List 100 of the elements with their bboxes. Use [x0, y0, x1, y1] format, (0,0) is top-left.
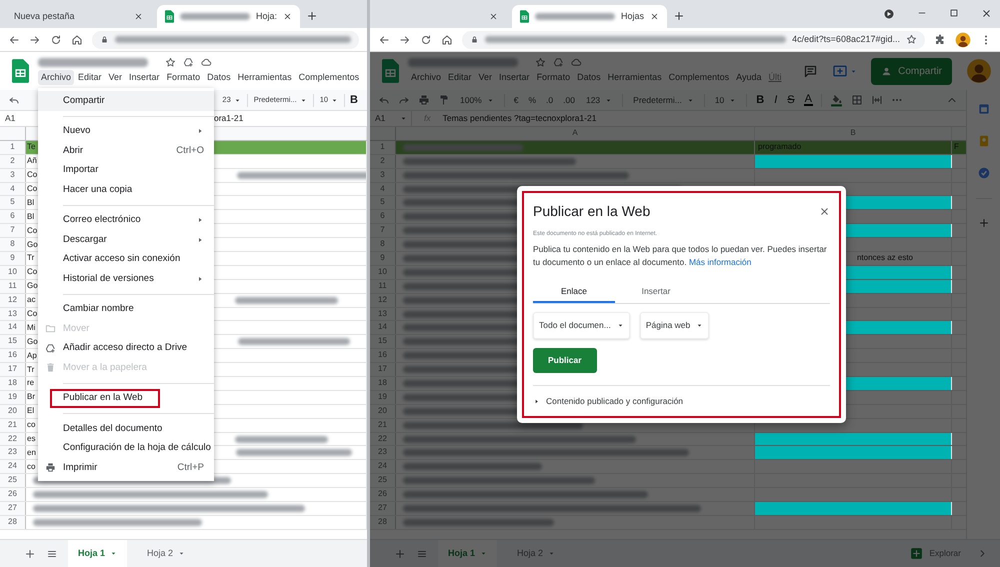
home-icon[interactable] [441, 34, 453, 46]
star-icon[interactable] [165, 57, 176, 68]
row-number: 28 [0, 516, 26, 529]
sheets-logo[interactable] [12, 59, 29, 83]
menu-item[interactable]: Detalles del documento [38, 419, 214, 438]
media-icon[interactable] [883, 8, 895, 20]
select-dropdown[interactable]: Todo el documen... [533, 312, 630, 339]
avatar-icon[interactable] [955, 32, 971, 48]
row-number: 16 [0, 349, 26, 362]
lock-icon [100, 35, 109, 44]
menu-item[interactable]: Imprimir Ctrl+P [38, 458, 214, 478]
caret-icon [178, 550, 186, 557]
menu-item[interactable]: Complementos [296, 70, 362, 85]
reload-icon[interactable] [50, 34, 62, 46]
menu-item[interactable]: Ver [106, 70, 126, 85]
add-icon[interactable] [978, 217, 990, 229]
menu-item[interactable]: Abrir Ctrl+O [38, 141, 214, 160]
forward-icon[interactable] [29, 34, 41, 46]
row-number: 21 [0, 418, 26, 432]
forward-icon[interactable] [399, 34, 411, 46]
drive-shortcut-icon[interactable] [553, 57, 564, 68]
name-box[interactable]: A1 [5, 112, 16, 125]
cell-text: Mi [27, 322, 36, 334]
fill-color-icon[interactable] [830, 94, 843, 106]
cell-text: Bl [27, 210, 34, 223]
print-icon[interactable] [418, 94, 430, 106]
menu-item[interactable]: Compartir [38, 91, 214, 110]
menu-item[interactable]: Descargar [38, 230, 214, 250]
cell-text: Go [27, 336, 38, 348]
reload-icon[interactable] [420, 34, 432, 46]
sheet-tab[interactable]: Hoja 2 [137, 540, 196, 567]
bold-button[interactable]: B [349, 92, 359, 108]
menu-item[interactable]: Editar [75, 70, 105, 85]
cell-text: Tr [27, 252, 34, 264]
menu-item[interactable]: Archivo [38, 70, 74, 85]
browser-tab[interactable]: Nueva pestaña [6, 5, 151, 28]
menu-item[interactable]: Activar acceso sin conexión [38, 250, 214, 269]
add-sheet-icon[interactable] [24, 548, 36, 560]
close-icon[interactable] [981, 8, 992, 19]
borders-icon[interactable] [850, 94, 863, 106]
cell-text: ac [27, 294, 36, 306]
menu-item[interactable]: Añadir acceso directo a Drive [38, 338, 214, 358]
menu-item[interactable]: Cambiar nombre [38, 300, 214, 319]
tab[interactable]: Insertar [615, 280, 697, 304]
extensions-icon[interactable] [934, 34, 946, 46]
menu-item[interactable]: Hacer una copia [38, 180, 214, 200]
paint-format-icon[interactable] [438, 94, 450, 106]
bookmark-star-icon[interactable] [906, 34, 917, 45]
tab[interactable]: Enlace [533, 280, 615, 304]
cloud-status-icon[interactable] [571, 57, 582, 68]
explore-icon [910, 547, 924, 560]
menu-item[interactable]: Datos [204, 70, 234, 85]
print-icon [45, 462, 56, 474]
more-info-link[interactable]: Más información [688, 256, 752, 267]
back-icon[interactable] [378, 34, 390, 46]
menu-item[interactable]: Correo electrónico [38, 210, 214, 230]
caret-icon [850, 68, 858, 74]
home-icon[interactable] [71, 34, 83, 46]
submenu-arrow-icon [196, 236, 204, 244]
sheet-tab[interactable]: Hoja 1 [68, 540, 128, 567]
comments-icon[interactable] [803, 64, 818, 78]
present-icon [832, 63, 848, 79]
back-icon[interactable] [8, 34, 20, 46]
cloud-status-icon[interactable] [201, 57, 212, 68]
row-number: 12 [0, 294, 26, 307]
close-icon[interactable] [650, 12, 660, 21]
cell-text: Añ [27, 155, 37, 168]
browser-tab[interactable]: Hoja: [157, 5, 300, 28]
add-sheet-icon[interactable] [394, 548, 406, 560]
close-icon[interactable] [283, 12, 292, 21]
select-dropdown[interactable]: Página web [640, 312, 710, 339]
maximize-icon[interactable] [949, 8, 959, 18]
row-number: 24 [0, 460, 26, 474]
menu-item[interactable]: Insertar [126, 70, 163, 85]
row-number: 20 [0, 404, 26, 418]
expander-toggle[interactable]: Contenido publicado y configuración [533, 394, 684, 408]
menu-item[interactable]: Importar [38, 160, 214, 180]
caret-icon [110, 550, 118, 557]
menu-item[interactable]: Herramientas [234, 70, 295, 85]
row-number: 23 [0, 446, 26, 460]
drive-shortcut-icon[interactable] [183, 57, 194, 68]
merge-cells-icon[interactable] [870, 94, 883, 106]
row-number: 15 [0, 335, 26, 348]
menu-item[interactable]: Publicar en la Web [50, 388, 160, 408]
menu-item[interactable]: Configuración de la hoja de cálculo [38, 438, 214, 458]
close-icon[interactable] [489, 12, 498, 21]
caret-icon[interactable] [400, 115, 407, 122]
row-number: 13 [0, 308, 26, 320]
menu-item[interactable]: Formato [164, 70, 204, 85]
new-tab-icon[interactable] [306, 10, 318, 22]
publish-button[interactable]: Publicar [533, 348, 597, 373]
cell-text: Tr [27, 364, 34, 376]
close-icon[interactable] [819, 206, 830, 217]
close-icon[interactable] [134, 12, 143, 21]
new-tab-icon[interactable] [673, 10, 686, 22]
menu-item[interactable]: Historial de versiones [38, 269, 214, 288]
star-icon[interactable] [535, 57, 546, 68]
browser-tab[interactable]: Hojas [512, 5, 668, 28]
menu-item[interactable]: Nuevo [38, 122, 214, 141]
address-bar[interactable]: 4c/edit?ts=608ac217#gid... [462, 30, 925, 48]
